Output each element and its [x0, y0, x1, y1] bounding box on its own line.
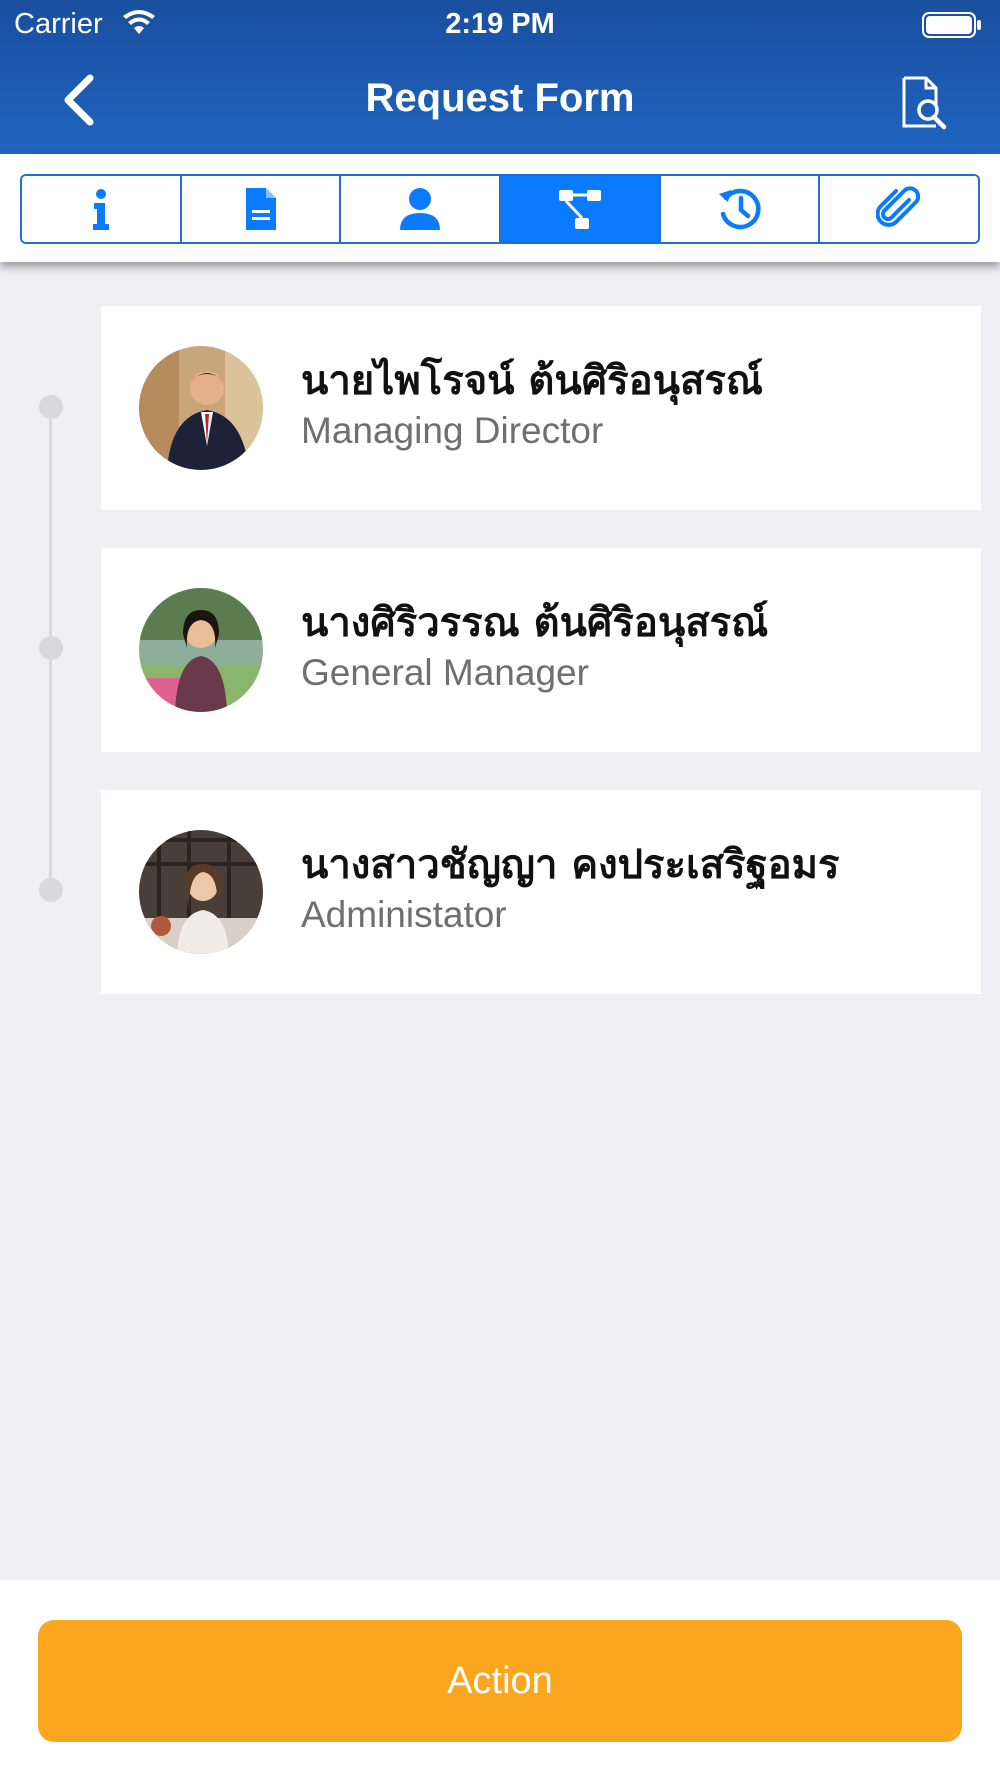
tab-document[interactable]: [181, 176, 342, 242]
avatar: [139, 346, 263, 470]
approver-card[interactable]: นางสาวชัญญา คงประเสริฐอมร Administator: [101, 790, 981, 994]
page-title: Request Form: [365, 76, 635, 120]
approver-role: Managing Director: [301, 410, 604, 451]
tab-info[interactable]: [22, 176, 182, 242]
approver-name: นายไพโรจน์ ต้นศิริอนุสรณ์: [301, 358, 763, 404]
approver-name: นางศิริวรรณ ต้นศิริอนุสรณ์: [301, 600, 769, 646]
document-icon: [245, 188, 276, 230]
tab-history[interactable]: [660, 176, 821, 242]
tab-bar-container: [0, 154, 1000, 262]
approver-card[interactable]: นางศิริวรรณ ต้นศิริอนุสรณ์ General Manag…: [101, 548, 981, 752]
workflow-icon: [558, 190, 601, 229]
action-button[interactable]: Action: [38, 1620, 962, 1742]
avatar: [139, 830, 263, 954]
tab-workflow[interactable]: [501, 176, 661, 242]
battery-icon: [922, 12, 981, 38]
approver-name: นางสาวชัญญา คงประเสริฐอมร: [301, 842, 840, 888]
user-icon: [400, 188, 441, 230]
approver-role: Administator: [301, 894, 507, 935]
status-bar: Carrier 2:19 PM: [0, 0, 1000, 50]
info-icon: [92, 189, 109, 230]
navigation-header: Carrier 2:19 PM Request Form: [0, 0, 1000, 154]
timeline-dot: [39, 878, 63, 902]
tab-attachment[interactable]: [820, 176, 978, 242]
document-search-icon[interactable]: [900, 76, 950, 130]
timeline-dot: [39, 636, 63, 660]
history-icon: [718, 188, 761, 230]
paperclip-icon: [876, 186, 921, 227]
timeline-dot: [39, 395, 63, 419]
approver-role: General Manager: [301, 652, 589, 693]
avatar: [139, 588, 263, 712]
bottom-action-bar: Action: [0, 1580, 1000, 1778]
approver-card[interactable]: นายไพโรจน์ ต้นศิริอนุสรณ์ Managing Direc…: [101, 306, 981, 510]
status-time: 2:19 PM: [445, 8, 555, 40]
tab-user[interactable]: [341, 176, 502, 242]
segmented-tabs: [20, 174, 980, 244]
